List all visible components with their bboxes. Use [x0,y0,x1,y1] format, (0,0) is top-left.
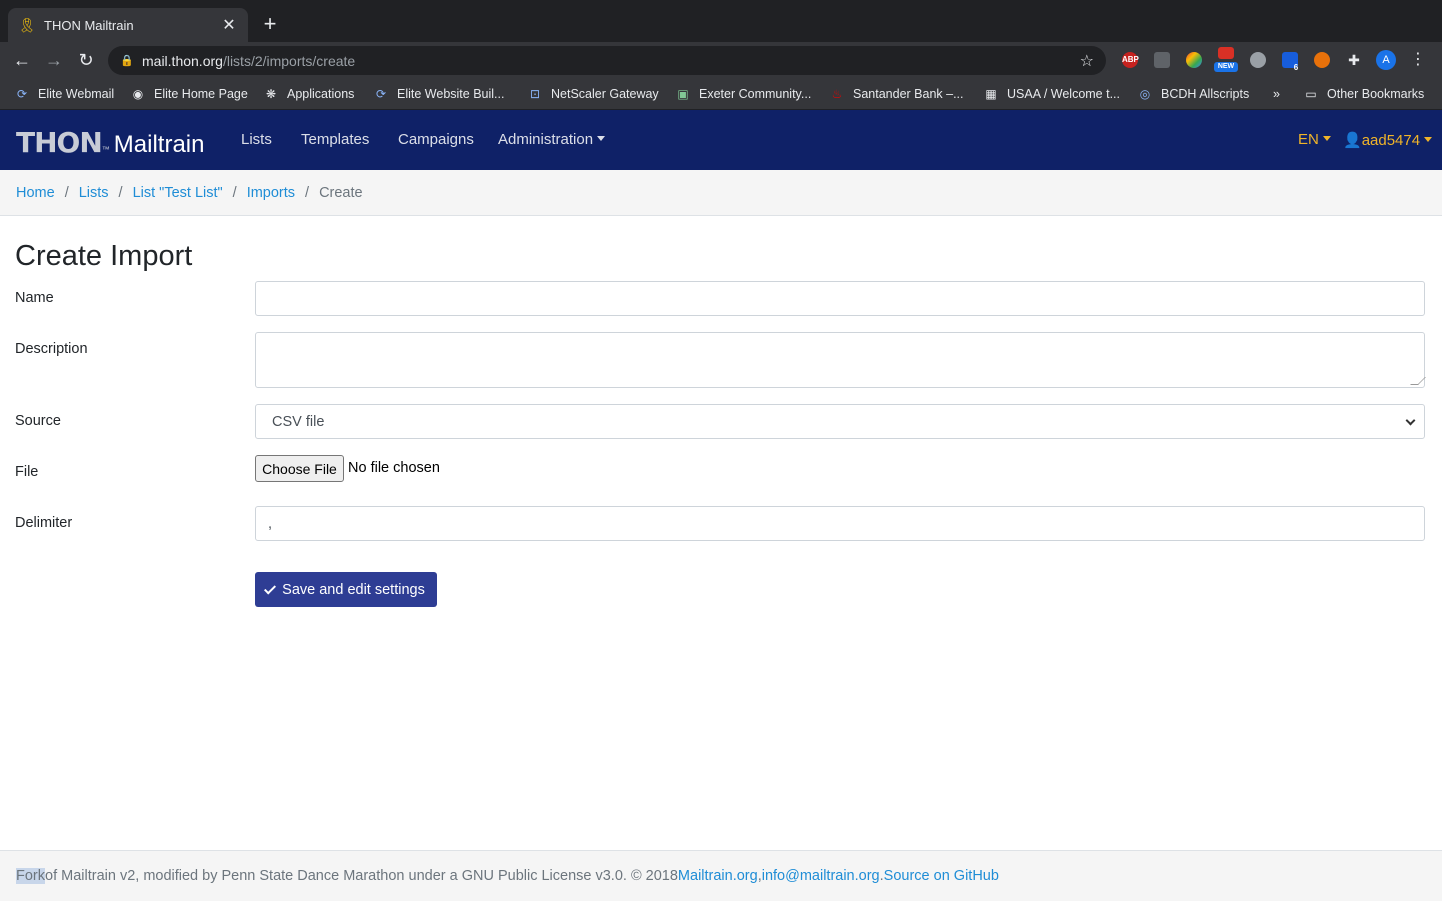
forward-icon[interactable]: → [43,49,65,71]
bookmark-netscaler-gateway[interactable]: ⊡ NetScaler Gateway [527,85,659,103]
calendar-extension-icon[interactable] [1218,47,1234,59]
browser-toolbar: ← → ↻ 🔒 mail.thon.org/lists/2/imports/cr… [0,42,1442,78]
breadcrumb: Home / Lists / List "Test List" / Import… [0,170,1442,216]
breadcrumb-home[interactable]: Home [16,185,55,201]
nav-lists[interactable]: Lists [241,131,272,148]
basketball-extension-icon[interactable] [1314,52,1330,68]
nav-administration[interactable]: Administration [498,131,606,148]
breadcrumb-separator: / [305,184,310,201]
chevron-down-icon [597,136,606,141]
adblock-extension-icon[interactable]: ABP [1122,52,1139,68]
web-extension-icon[interactable] [1250,52,1266,68]
url-path: /lists/2/imports/create [222,52,356,69]
file-label: File [15,464,39,480]
breadcrumb-separator: / [232,184,237,201]
breadcrumb-separator: / [64,184,69,201]
breadcrumb-separator: / [118,184,123,201]
delimiter-input[interactable]: , [255,506,1425,541]
bank-icon: ▣ [677,87,689,101]
apps-icon: ❋ [265,87,277,101]
file-status: No file chosen [348,460,440,476]
color-extension-icon[interactable] [1186,52,1202,68]
eagle-icon: ▦ [985,87,997,101]
back-icon[interactable]: ← [11,49,33,71]
page-title: Create Import [15,240,193,272]
profile-avatar[interactable]: A [1376,50,1396,70]
language-dropdown[interactable]: EN [1298,131,1331,148]
browser-tab-bar: 🎗 THON Mailtrain ✕ + [0,0,1442,42]
footer: Fork of Mailtrain v2, modified by Penn S… [0,850,1442,901]
new-badge: NEW [1214,62,1238,72]
footer-link-email[interactable]: info@mailtrain.org [762,868,880,884]
bookmark-exeter-community[interactable]: ▣ Exeter Community... [675,85,811,103]
description-label: Description [15,341,88,357]
gateway-lock-icon: ⊡ [529,87,541,101]
bookmark-elite-webmail[interactable]: ⟳ Elite Webmail [14,85,114,103]
ribbon-icon: 🎗 [18,17,36,33]
breadcrumb-lists[interactable]: Lists [79,185,109,201]
new-tab-icon[interactable]: + [258,12,282,36]
source-select[interactable]: CSV file [255,404,1425,439]
chevron-down-icon [1405,415,1416,426]
footer-link-mailtrain[interactable]: Mailtrain.org [678,868,758,884]
chevron-down-icon [1322,136,1331,141]
breadcrumb-imports[interactable]: Imports [247,185,295,201]
nav-campaigns[interactable]: Campaigns [398,131,474,148]
tab-title: THON Mailtrain [44,17,134,33]
description-textarea[interactable] [255,332,1426,388]
reload-icon[interactable]: ↻ [75,49,97,71]
bookmark-star-icon[interactable]: ☆ [1080,51,1094,71]
resize-handle-icon[interactable] [1410,377,1426,385]
chevron-down-icon [1424,137,1433,142]
bookmark-elite-home-page[interactable]: ◉ Elite Home Page [130,85,248,103]
flame-icon: ♨ [831,87,843,101]
lock-icon: 🔒 [120,54,134,67]
puzzle-extensions-icon[interactable]: ✚ [1346,52,1362,68]
url-host: mail.thon.org [142,52,223,69]
folder-icon: ▭ [1305,87,1317,101]
globe-icon: ◉ [132,87,144,101]
bookmark-usaa[interactable]: ▦ USAA / Welcome t... [983,85,1120,103]
dell-icon: ◎ [1139,87,1151,101]
bookmarks-overflow-button[interactable]: » [1273,85,1280,103]
footer-link-github[interactable]: Source on GitHub [884,868,999,884]
footer-text: of Mailtrain v2, modified by Penn State … [45,868,678,884]
office-extension-icon[interactable] [1154,52,1170,68]
mailtrain-logo[interactable]: THON ™ Mailtrain [16,126,204,159]
close-tab-icon[interactable]: ✕ [220,15,238,35]
breadcrumb-list[interactable]: List "Test List" [133,185,223,201]
breadcrumb-create: Create [319,184,363,201]
bookmarks-bar: ⟳ Elite Webmail ◉ Elite Home Page ❋ Applica… [0,78,1442,110]
bookmark-elite-website-builder[interactable]: ⟳ Elite Website Buil... [373,85,504,103]
choose-file-button[interactable]: Choose File [255,455,344,482]
footer-fork-text: Fork [16,868,45,884]
bookmark-applications[interactable]: ❋ Applications [263,85,354,103]
browser-menu-icon[interactable]: ⋮ [1410,49,1426,69]
user-icon: 👤 [1343,132,1362,149]
nav-templates[interactable]: Templates [301,131,369,148]
app-navbar: THON ™ Mailtrain Lists Templates Campaigns… [0,110,1442,170]
webmail-icon: ⟳ [16,87,28,101]
extension-count-badge: 6 [1293,63,1299,72]
save-and-edit-settings-button[interactable]: Save and edit settings [255,572,437,607]
check-icon [264,581,277,595]
builder-icon: ⟳ [375,87,387,101]
name-label: Name [15,290,54,306]
bookmark-bcdh-allscripts[interactable]: ◎ BCDH Allscripts [1137,85,1249,103]
bookmark-santander-bank[interactable]: ♨ Santander Bank –... [829,85,964,103]
delimiter-label: Delimiter [15,515,73,531]
address-bar[interactable]: 🔒 mail.thon.org/lists/2/imports/create ☆ [108,46,1106,75]
user-dropdown[interactable]: 👤aad5474 [1343,131,1433,149]
browser-tab[interactable]: 🎗 THON Mailtrain ✕ [8,8,248,42]
other-bookmarks-folder[interactable]: ▭ Other Bookmarks [1303,85,1424,103]
name-input[interactable] [255,281,1425,316]
source-label: Source [15,413,61,429]
